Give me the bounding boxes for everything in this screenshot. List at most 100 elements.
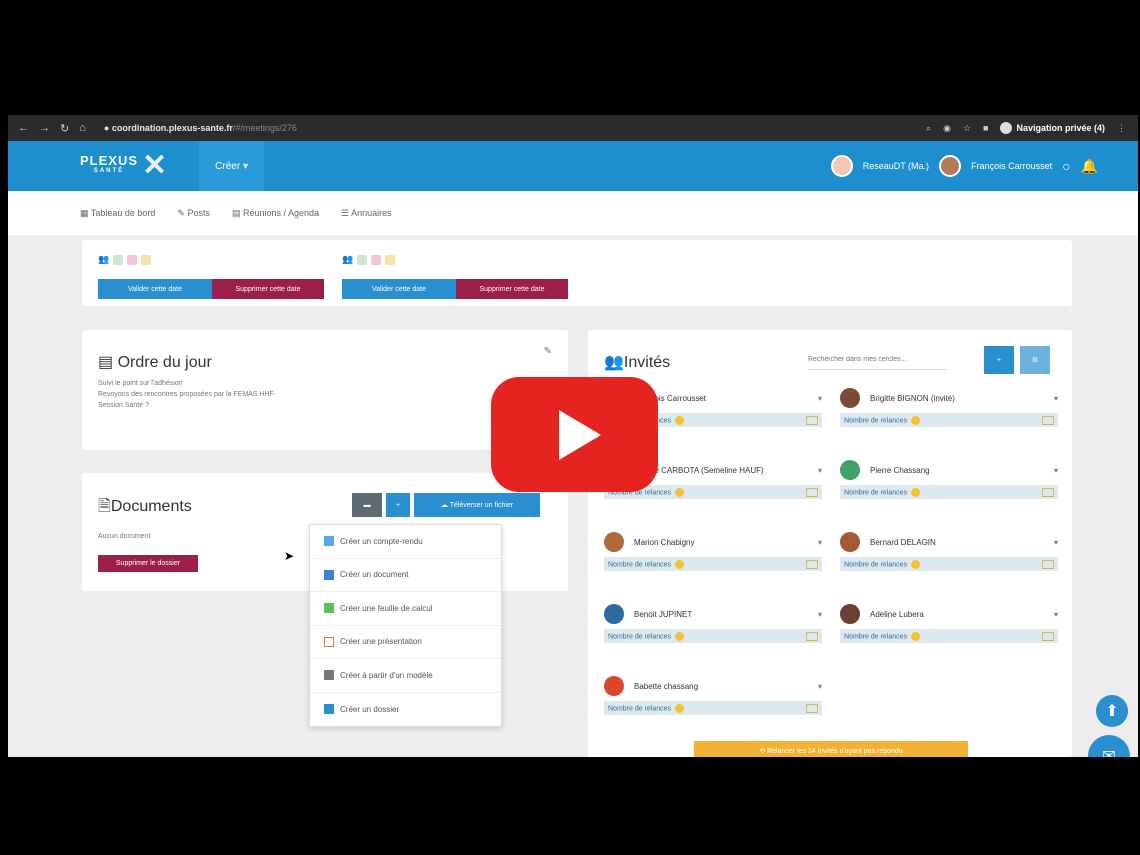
- reply-label: Nombre de relances: [844, 560, 908, 568]
- chevron-down-icon[interactable]: ▾: [1054, 610, 1058, 619]
- tag-icon[interactable]: [806, 703, 818, 713]
- menu-item-create-sheet[interactable]: Créer une feuille de calcul: [310, 592, 501, 626]
- invite-search-input[interactable]: [808, 350, 948, 370]
- menu-item-create-report[interactable]: Créer un compte-rendu: [310, 525, 501, 559]
- no-icon: [127, 254, 138, 265]
- mouse-cursor-icon: ➤: [284, 549, 295, 563]
- back-icon[interactable]: ←: [18, 122, 29, 135]
- tag-icon[interactable]: [806, 559, 818, 569]
- agenda-line: Revoyons des rencontres proposées par la…: [98, 391, 274, 398]
- agenda-line: Session Santé ?: [98, 402, 149, 409]
- notification-bell-icon[interactable]: 🔔: [1081, 158, 1098, 175]
- menu-item-create-document[interactable]: Créer un document: [310, 559, 501, 592]
- youtube-play-button[interactable]: [491, 377, 658, 492]
- create-label: Créer: [215, 160, 241, 172]
- chevron-down-icon[interactable]: ▾: [818, 682, 822, 691]
- menu-item-label: Créer un dossier: [340, 704, 400, 714]
- reload-icon[interactable]: ↻: [60, 122, 69, 135]
- chevron-down-icon[interactable]: ▾: [818, 394, 822, 403]
- address-bar[interactable]: ● coordination.plexus-sante.fr/#/meeting…: [104, 123, 297, 133]
- tab-label: Réunions / Agenda: [242, 207, 320, 218]
- tag-icon[interactable]: [1042, 415, 1054, 425]
- chevron-down-icon[interactable]: ▾: [818, 610, 822, 619]
- new-folder-button[interactable]: ▬: [352, 493, 382, 517]
- coin-icon: [675, 703, 685, 713]
- chevron-down-icon[interactable]: ▾: [1054, 394, 1058, 403]
- tab-posts[interactable]: ✎ Posts: [177, 208, 210, 219]
- coin-icon: [675, 631, 685, 641]
- menu-item-create-presentation[interactable]: Créer une présentation: [310, 626, 501, 659]
- reply-label: Nombre de relances: [844, 632, 908, 640]
- main-nav: ▦ Tableau de bord ✎ Posts ▤ Réunions / A…: [8, 191, 1138, 235]
- user-label[interactable]: François Carrousset: [971, 161, 1052, 171]
- create-menu-button[interactable]: Créer ▾: [199, 141, 264, 191]
- reply-label: Nombre de relances: [608, 632, 672, 640]
- chevron-down-icon[interactable]: ▾: [1054, 466, 1058, 475]
- remind-label: Relancer les 14 invités n'ayant pas répo…: [767, 747, 903, 755]
- chat-button[interactable]: ✉: [1088, 735, 1130, 757]
- tag-icon[interactable]: [806, 631, 818, 641]
- incognito-label: Navigation privée (4): [1016, 123, 1105, 133]
- date-votes-2: 👥: [342, 254, 396, 265]
- forward-icon[interactable]: →: [39, 122, 50, 135]
- invite-card: Adeline Lubera ▾ Nombre de relances: [840, 599, 1058, 655]
- doc-blue-icon: [324, 536, 334, 547]
- agenda-title: ▤ Ordre du jour: [98, 352, 212, 372]
- tab-label: Tableau de bord: [90, 207, 156, 218]
- menu-item-create-folder[interactable]: Créer un dossier: [310, 693, 501, 727]
- tag-icon[interactable]: [1042, 631, 1054, 641]
- agenda-line: Suivi le point sur l'adhésion: [98, 380, 183, 387]
- tag-icon[interactable]: [1042, 559, 1054, 569]
- invite-name: Benoit JUPINET: [634, 609, 693, 619]
- validate-date-button[interactable]: Valider cette date: [342, 279, 456, 299]
- chevron-down-icon[interactable]: ▾: [818, 466, 822, 475]
- home-icon[interactable]: ⌂: [79, 122, 86, 135]
- edit-pencil-icon[interactable]: ✎: [544, 346, 552, 357]
- extension-icon[interactable]: ■: [983, 123, 988, 133]
- coin-icon: [911, 415, 921, 425]
- star-icon[interactable]: ☆: [963, 123, 971, 134]
- search-icon[interactable]: ○: [1062, 158, 1070, 174]
- people-icon: 👥: [98, 254, 110, 264]
- invite-add-button[interactable]: +: [984, 346, 1014, 374]
- menu-item-label: Créer un compte-rendu: [340, 536, 423, 546]
- url-host: coordination.plexus-sante.fr: [111, 123, 233, 133]
- user-avatar[interactable]: [939, 155, 962, 177]
- delete-date-button[interactable]: Supprimer cette date: [456, 279, 568, 299]
- agenda-title-text: Ordre du jour: [117, 354, 212, 371]
- eye-off-icon[interactable]: ◉: [943, 123, 951, 134]
- remind-invites-button[interactable]: ⟲ Relancer les 14 invités n'ayant pas ré…: [694, 741, 968, 757]
- template-icon: [324, 670, 334, 681]
- tab-directory[interactable]: ☰ Annuaires: [341, 208, 392, 219]
- validate-date-button[interactable]: Valider cette date: [98, 279, 212, 299]
- menu-icon[interactable]: ⋮: [1117, 123, 1126, 134]
- invite-options-button[interactable]: ⚙: [1020, 346, 1050, 374]
- upload-file-button[interactable]: ☁ Téléverser un fichier: [414, 493, 540, 517]
- zoom-icon[interactable]: ⌕: [926, 123, 931, 134]
- plexus-logo[interactable]: PLEXUS SANTÉ ✕: [80, 151, 167, 181]
- chevron-down-icon[interactable]: ▾: [1054, 538, 1058, 547]
- invite-card: Benoit JUPINET ▾ Nombre de relances: [604, 599, 822, 655]
- tag-icon[interactable]: [1042, 487, 1054, 497]
- invite-card: Marion Chabigny ▾ Nombre de relances: [604, 527, 822, 583]
- delete-date-button[interactable]: Supprimer cette date: [212, 279, 324, 299]
- org-avatar[interactable]: [830, 155, 853, 177]
- tag-icon[interactable]: [806, 487, 818, 497]
- avatar: [604, 532, 624, 552]
- tag-icon[interactable]: [806, 415, 818, 425]
- invite-name: Brigitte CARBOTA (Semeline HAUF): [634, 465, 764, 475]
- invite-name: Bernard DELAGIN: [870, 537, 936, 547]
- tab-meetings[interactable]: ▤ Réunions / Agenda: [232, 208, 319, 219]
- reply-count-bar: Nombre de relances: [840, 485, 1058, 499]
- avatar: [840, 388, 860, 408]
- delete-folder-button[interactable]: Supprimer le dossier: [98, 555, 198, 572]
- avatar: [604, 676, 624, 696]
- scroll-top-button[interactable]: ⬆: [1096, 695, 1128, 727]
- add-document-button[interactable]: +: [386, 493, 410, 517]
- org-label[interactable]: ReseauDT (Ma.): [863, 161, 929, 171]
- tab-dashboard[interactable]: ▦ Tableau de bord: [80, 208, 155, 219]
- incognito-badge[interactable]: Navigation privée (4): [1000, 122, 1105, 134]
- chevron-down-icon[interactable]: ▾: [818, 538, 822, 547]
- avatar: [840, 460, 860, 480]
- menu-item-create-from-template[interactable]: Créer à partir d'un modèle: [310, 659, 501, 693]
